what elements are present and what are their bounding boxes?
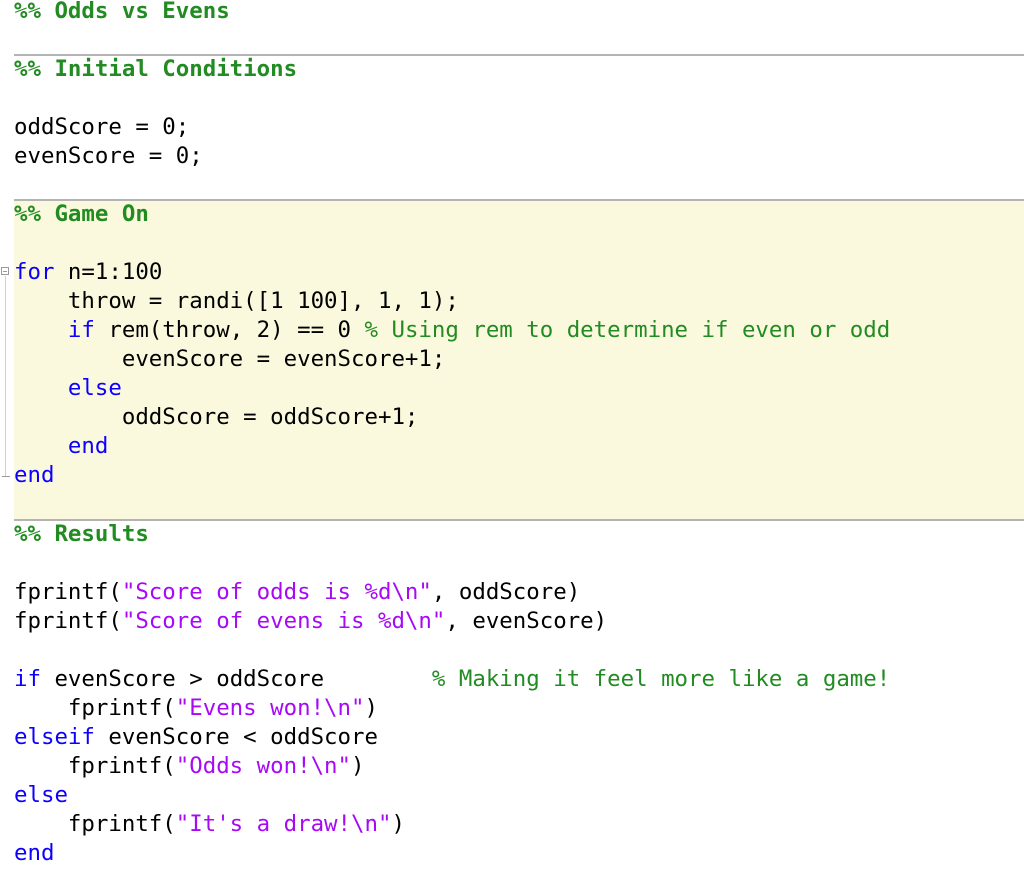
keyword: for [14,259,55,285]
code-line[interactable]: evenScore = evenScore+1; [14,345,446,374]
section-title-odds-vs-evens[interactable]: %% Odds vs Evens [14,0,230,26]
code-line[interactable]: if evenScore > oddScore % Making it feel… [14,665,890,694]
fold-guide-line [5,276,6,476]
code-text: fprintf( [14,811,176,837]
code-text: , oddScore) [431,579,581,605]
string-literal: "Evens won!\n" [175,695,365,721]
code-line[interactable]: end [14,432,108,461]
code-line[interactable]: end [14,839,54,868]
comment: % Making it feel more like a game! [431,666,891,692]
keyword: end [67,433,109,459]
code-line[interactable]: oddScore = 0; [14,113,189,142]
code-line[interactable]: for n=1:100 [14,258,162,287]
code-text: n=1:100 [54,259,163,285]
comment: % Using rem to determine if even or odd [364,317,891,343]
section-heading: %% Odds vs Evens [14,0,230,24]
section-divider [14,199,1024,201]
code-text: oddScore = oddScore+1; [14,404,419,430]
code-text: oddScore = 0; [14,114,190,140]
code-line[interactable]: evenScore = 0; [14,142,203,171]
code-text: fprintf( [14,695,176,721]
string-literal: "Score of evens is %d\n" [121,608,446,634]
keyword: end [14,462,55,488]
section-title-initial-conditions[interactable]: %% Initial Conditions [14,55,297,84]
code-line[interactable]: fprintf("It's a draw!\n") [14,810,405,839]
code-text: evenScore = evenScore+1; [14,346,446,372]
code-text: , evenScore) [445,608,608,634]
code-text: fprintf( [14,753,176,779]
section-divider [14,519,1024,521]
fold-collapse-icon[interactable] [1,267,9,275]
keyword: else [67,375,122,401]
code-editor[interactable]: %% Odds vs Evens %% Initial Conditions o… [0,0,1024,891]
section-title-game-on[interactable]: %% Game On [14,200,149,229]
code-line[interactable]: oddScore = oddScore+1; [14,403,419,432]
keyword: elseif [14,724,95,750]
keyword: else [14,782,68,808]
code-line[interactable]: throw = randi([1 100], 1, 1); [14,287,459,316]
section-heading: %% Game On [14,201,149,227]
code-text: ) [351,753,365,779]
code-line[interactable]: fprintf("Score of evens is %d\n", evenSc… [14,607,607,636]
code-line[interactable]: end [14,461,54,490]
code-line[interactable]: else [14,374,122,403]
keyword: if [67,317,95,343]
code-text: throw = randi([1 100], 1, 1); [14,288,459,314]
code-text: ) [391,811,405,837]
section-title-results[interactable]: %% Results [14,520,149,549]
code-text: evenScore > oddScore [40,666,432,692]
fold-end-marker [2,476,10,477]
code-text: evenScore < oddScore [94,724,378,750]
string-literal: "Odds won!\n" [175,753,352,779]
code-line[interactable]: if rem(throw, 2) == 0 % Using rem to det… [14,316,890,345]
code-line[interactable]: fprintf("Evens won!\n") [14,694,378,723]
code-line[interactable]: elseif evenScore < oddScore [14,723,378,752]
code-text: ) [364,695,378,721]
code-line[interactable]: fprintf("Score of odds is %d\n", oddScor… [14,578,580,607]
code-text: evenScore = 0; [14,143,203,169]
keyword: end [14,840,55,866]
string-literal: "Score of odds is %d\n" [121,579,432,605]
code-line[interactable]: else [14,781,68,810]
code-text: fprintf( [14,579,122,605]
string-literal: "It's a draw!\n" [175,811,392,837]
section-heading: %% Initial Conditions [14,56,298,82]
code-line[interactable]: fprintf("Odds won!\n") [14,752,365,781]
code-text: rem(throw, 2) == 0 [94,317,365,343]
code-text: fprintf( [14,608,122,634]
keyword: if [14,666,41,692]
section-heading: %% Results [14,521,149,547]
